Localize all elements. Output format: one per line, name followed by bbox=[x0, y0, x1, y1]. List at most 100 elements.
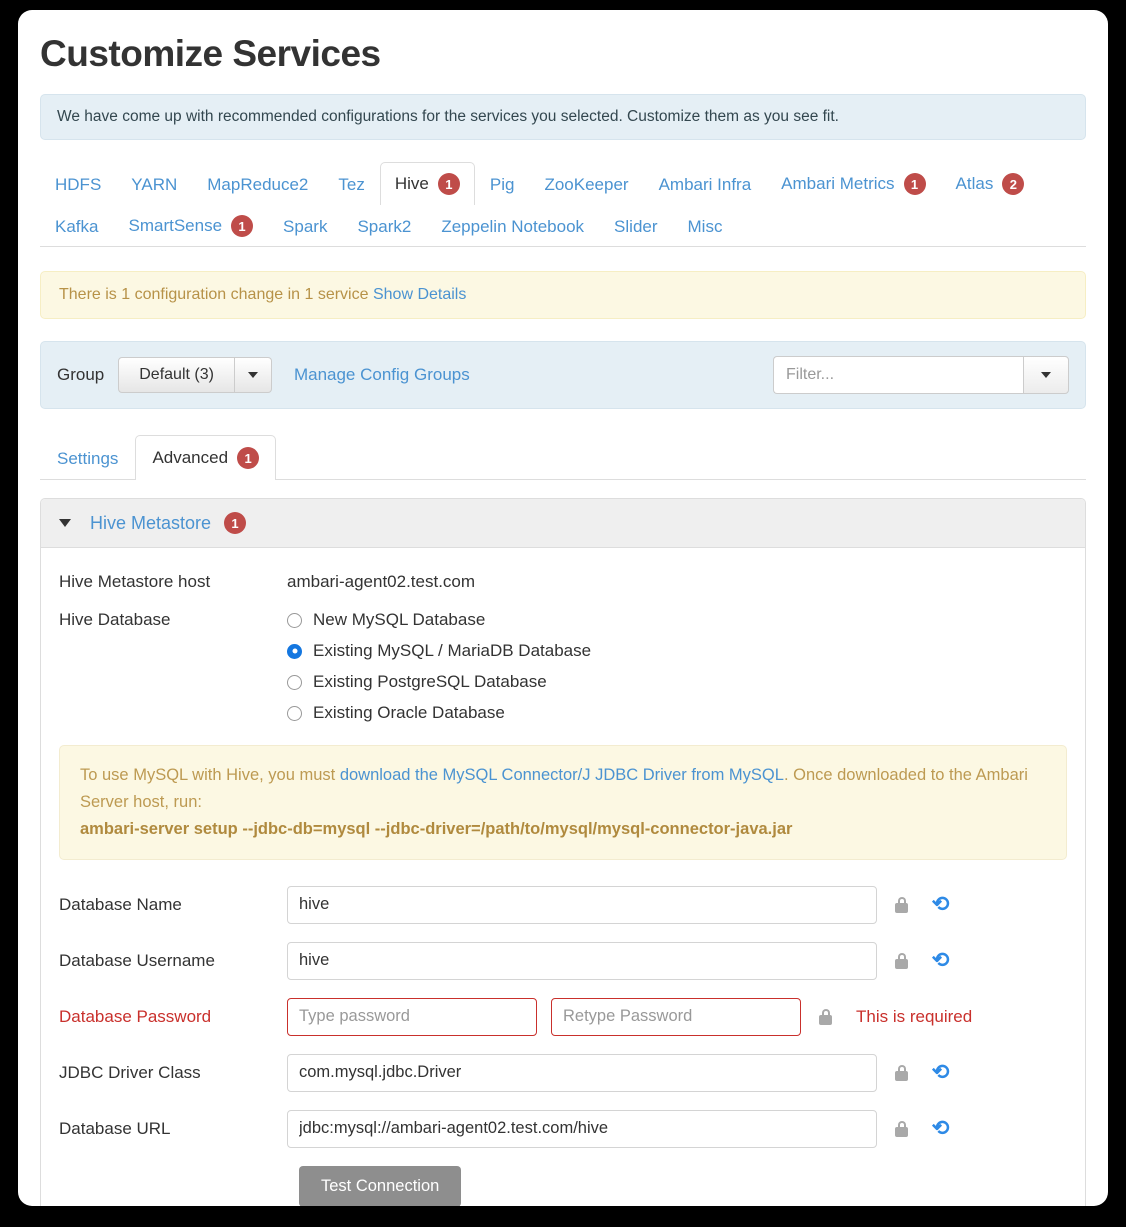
hive-database-row: Hive Database New MySQL Database Existing… bbox=[59, 610, 1067, 723]
radio-button[interactable] bbox=[287, 705, 302, 721]
service-tab-badge: 2 bbox=[1002, 173, 1025, 196]
service-tab-label: HDFS bbox=[55, 175, 102, 194]
service-tab-label: SmartSense bbox=[128, 216, 223, 236]
tab-label: Advanced bbox=[152, 448, 229, 468]
service-tab-label: Ambari Metrics bbox=[781, 174, 895, 194]
config-change-alert: There is 1 configuration change in 1 ser… bbox=[40, 271, 1086, 320]
database-username-row: Database Username ⟳ bbox=[59, 941, 1067, 980]
test-connection-button[interactable]: Test Connection bbox=[299, 1165, 462, 1206]
service-tab-smartsense[interactable]: SmartSense 1 bbox=[113, 204, 268, 247]
database-name-row: Database Name ⟳ bbox=[59, 885, 1067, 924]
revert-icon[interactable]: ⟳ bbox=[932, 1061, 950, 1084]
service-tab-spark2[interactable]: Spark2 bbox=[342, 206, 426, 247]
hive-metastore-panel-body: Hive Metastore host ambari-agent02.test.… bbox=[41, 548, 1085, 1206]
hive-metastore-panel-badge: 1 bbox=[224, 512, 247, 535]
service-tab-atlas[interactable]: Atlas 2 bbox=[941, 162, 1040, 205]
filter-input[interactable] bbox=[773, 356, 1023, 395]
filter-dropdown-button[interactable] bbox=[1023, 356, 1069, 395]
config-group-dropdown[interactable]: Default (3) bbox=[118, 357, 272, 394]
service-tab-label: Spark2 bbox=[357, 217, 412, 236]
service-tab-label: MapReduce2 bbox=[207, 175, 309, 194]
jdbc-driver-class-label: JDBC Driver Class bbox=[59, 1062, 201, 1082]
filter-control bbox=[773, 356, 1069, 395]
service-tab-zeppelin-notebook[interactable]: Zeppelin Notebook bbox=[426, 206, 599, 247]
config-sub-tabs: Settings Advanced 1 bbox=[40, 435, 1086, 481]
revert-icon[interactable]: ⟳ bbox=[932, 1117, 950, 1140]
metastore-host-value: ambari-agent02.test.com bbox=[287, 572, 476, 592]
service-tab-pig[interactable]: Pig bbox=[475, 164, 530, 205]
tab-label: Settings bbox=[57, 449, 119, 469]
service-tab-hdfs[interactable]: HDFS bbox=[40, 164, 116, 205]
triangle-down-icon[interactable] bbox=[59, 519, 71, 528]
service-tab-slider[interactable]: Slider bbox=[599, 206, 672, 247]
hive-database-option-1[interactable]: Existing MySQL / MariaDB Database bbox=[287, 641, 591, 661]
mysql-connector-download-link[interactable]: download the MySQL Connector/J JDBC Driv… bbox=[340, 766, 784, 784]
service-tab-label: Ambari Infra bbox=[658, 175, 752, 194]
service-tab-misc[interactable]: Misc bbox=[673, 206, 738, 247]
hive-metastore-panel-header[interactable]: Hive Metastore 1 bbox=[41, 499, 1085, 549]
service-tabs-row-2: Kafka SmartSense 1 Spark Spark2 Zeppelin Note… bbox=[40, 204, 1086, 246]
database-password-input[interactable] bbox=[287, 997, 537, 1036]
show-details-link[interactable]: Show Details bbox=[373, 286, 466, 303]
service-tab-yarn[interactable]: YARN bbox=[116, 164, 192, 205]
service-tab-label: ZooKeeper bbox=[544, 175, 629, 194]
hive-metastore-panel: Hive Metastore 1 Hive Metastore host amb… bbox=[40, 498, 1086, 1206]
service-tab-label: Hive bbox=[394, 174, 429, 194]
service-tab-kafka[interactable]: Kafka bbox=[40, 206, 113, 247]
lock-icon bbox=[895, 896, 908, 913]
database-name-input[interactable] bbox=[287, 885, 877, 924]
service-tabs-row-1: HDFS YARN MapReduce2 Tez Hive 1 Pig ZooKeeper Am… bbox=[40, 162, 1086, 206]
service-tab-badge: 1 bbox=[437, 173, 460, 196]
tab-advanced[interactable]: Advanced 1 bbox=[135, 435, 277, 481]
service-tab-ambari-metrics[interactable]: Ambari Metrics 1 bbox=[766, 162, 940, 205]
service-tab-spark[interactable]: Spark bbox=[268, 206, 342, 247]
metastore-host-row: Hive Metastore host ambari-agent02.test.… bbox=[59, 572, 1067, 592]
mysql-setup-command: ambari-server setup --jdbc-db=mysql --jd… bbox=[80, 819, 793, 838]
revert-icon[interactable]: ⟳ bbox=[932, 893, 950, 916]
service-tab-badge: 1 bbox=[231, 215, 254, 238]
service-tab-label: Misc bbox=[687, 217, 723, 236]
config-group-bar: Group Default (3) Manage Config Groups bbox=[40, 341, 1086, 410]
radio-button[interactable] bbox=[287, 643, 302, 659]
database-password-label: Database Password bbox=[59, 1006, 212, 1026]
radio-label: Existing Oracle Database bbox=[313, 703, 505, 723]
lock-icon bbox=[895, 1064, 908, 1081]
radio-button[interactable] bbox=[287, 674, 302, 690]
service-tab-zookeeper[interactable]: ZooKeeper bbox=[529, 164, 643, 205]
revert-icon[interactable]: ⟳ bbox=[932, 949, 950, 972]
hive-database-option-3[interactable]: Existing Oracle Database bbox=[287, 703, 591, 723]
hive-metastore-panel-title[interactable]: Hive Metastore bbox=[90, 513, 211, 534]
radio-label: Existing PostgreSQL Database bbox=[313, 672, 547, 692]
radio-label: Existing MySQL / MariaDB Database bbox=[313, 641, 592, 661]
chevron-down-icon bbox=[1041, 372, 1051, 379]
service-tab-label: Zeppelin Notebook bbox=[441, 217, 585, 236]
group-label: Group bbox=[57, 365, 105, 385]
jdbc-driver-class-row: JDBC Driver Class ⟳ bbox=[59, 1053, 1067, 1092]
lock-icon bbox=[895, 1120, 908, 1137]
service-tab-tez[interactable]: Tez bbox=[323, 164, 379, 205]
database-url-label: Database URL bbox=[59, 1118, 171, 1138]
database-name-label: Database Name bbox=[59, 894, 182, 914]
service-tabs: HDFS YARN MapReduce2 Tez Hive 1 Pig ZooKeeper Am… bbox=[40, 162, 1086, 248]
database-password-retype-input[interactable] bbox=[551, 997, 801, 1036]
service-tab-hive[interactable]: Hive 1 bbox=[379, 162, 475, 206]
radio-label: New MySQL Database bbox=[313, 610, 486, 630]
service-tab-label: YARN bbox=[131, 175, 178, 194]
radio-button[interactable] bbox=[287, 612, 302, 628]
database-url-row: Database URL ⟳ bbox=[59, 1109, 1067, 1148]
config-group-caret-button[interactable] bbox=[234, 357, 272, 394]
service-tab-mapreduce2[interactable]: MapReduce2 bbox=[192, 164, 323, 205]
database-username-label: Database Username bbox=[59, 950, 215, 970]
tab-settings[interactable]: Settings bbox=[40, 437, 135, 480]
test-connection-row: Test Connection bbox=[59, 1165, 1067, 1206]
jdbc-driver-class-input[interactable] bbox=[287, 1053, 877, 1092]
manage-config-groups-link[interactable]: Manage Config Groups bbox=[294, 365, 470, 385]
hive-database-option-2[interactable]: Existing PostgreSQL Database bbox=[287, 672, 591, 692]
service-tab-ambari-infra[interactable]: Ambari Infra bbox=[644, 164, 767, 205]
hive-database-radio-group: New MySQL Database Existing MySQL / Maria… bbox=[287, 610, 591, 723]
database-url-input[interactable] bbox=[287, 1109, 877, 1148]
database-username-input[interactable] bbox=[287, 941, 877, 980]
recommendation-info-alert: We have come up with recommended configu… bbox=[40, 94, 1086, 141]
hive-database-option-0[interactable]: New MySQL Database bbox=[287, 610, 591, 630]
config-group-selected[interactable]: Default (3) bbox=[118, 357, 235, 394]
